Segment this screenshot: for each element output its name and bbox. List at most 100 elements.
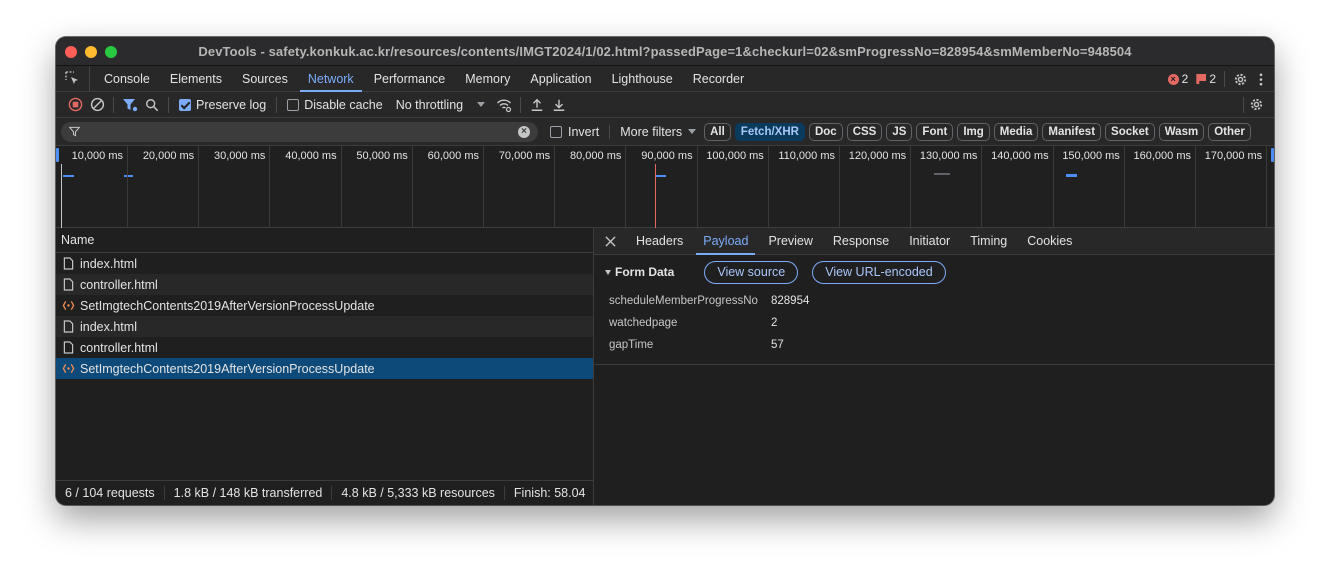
filter-input[interactable] (88, 124, 518, 139)
name-column-header[interactable]: Name (56, 228, 593, 253)
filter-chip-fetch-xhr[interactable]: Fetch/XHR (734, 122, 805, 141)
filter-chip-font[interactable]: Font (916, 122, 954, 141)
record-button[interactable] (64, 94, 86, 116)
filter-chip-js[interactable]: JS (886, 122, 913, 141)
close-window-button[interactable] (65, 46, 77, 58)
timeline-tick-label: 20,000 ms (142, 150, 195, 162)
clear-icon (90, 97, 104, 112)
request-name: controller.html (80, 340, 158, 355)
request-row[interactable]: controller.html (56, 337, 593, 358)
error-count: 2 (1181, 72, 1189, 86)
request-row[interactable]: index.html (56, 253, 593, 274)
tab-elements[interactable]: Elements (160, 66, 232, 92)
more-options-icon[interactable] (1256, 72, 1266, 87)
invert-checkbox[interactable]: Invert (550, 125, 599, 139)
preserve-log-box[interactable] (179, 98, 191, 111)
panel-tabs: Console Elements Sources Network Performance… (94, 66, 754, 92)
filter-chip-manifest[interactable]: Manifest (1042, 122, 1102, 141)
maximize-window-button[interactable] (105, 46, 117, 58)
timeline-tick-label: 130,000 ms (919, 150, 978, 162)
view-source-button[interactable]: View source (704, 260, 799, 284)
timeline-right-handle[interactable] (1271, 148, 1274, 162)
filter-field[interactable]: × (61, 121, 538, 142)
timeline-dom-loaded-marker (61, 164, 62, 228)
invert-label: Invert (568, 124, 600, 139)
detail-tab-preview[interactable]: Preview (758, 228, 822, 255)
request-list: index.html controller.html SetImgtechConte… (56, 253, 593, 379)
timeline-tick-label: 30,000 ms (214, 150, 266, 162)
view-url-encoded-button[interactable]: View URL-encoded (812, 260, 946, 284)
timeline-tick-label: 40,000 ms (285, 150, 337, 162)
timeline-tick-label: 150,000 ms (1062, 150, 1120, 162)
divider (520, 96, 522, 113)
detail-tab-response[interactable]: Response (823, 228, 899, 255)
network-overview-timeline[interactable]: 10,000 ms 20,000 ms 30,000 ms 40,000 ms 50,0… (56, 146, 1274, 228)
error-count-badge[interactable]: × 2 (1167, 72, 1189, 86)
search-button[interactable] (141, 94, 163, 116)
request-name: SetImgtechContents2019AfterVersionProces… (80, 298, 375, 313)
resource-type-filters: All Fetch/XHR Doc CSS JS Font Img Media Manifest… (704, 122, 1251, 141)
disable-cache-box[interactable] (287, 98, 300, 111)
throttling-select[interactable]: No throttling (395, 97, 486, 112)
timeline-tick-label: 100,000 ms (706, 150, 764, 162)
throttling-value: No throttling (395, 97, 464, 112)
chevron-down-icon (477, 102, 486, 107)
detail-tab-headers[interactable]: Headers (626, 228, 693, 255)
tab-sources[interactable]: Sources (232, 66, 298, 92)
filter-chip-all[interactable]: All (704, 122, 731, 141)
export-har-button[interactable] (548, 94, 570, 116)
request-name: index.html (80, 319, 137, 334)
window-title: DevTools - safety.konkuk.ac.kr/resources… (198, 43, 1132, 59)
tab-network[interactable]: Network (298, 66, 364, 92)
timeline-tick-label: 90,000 ms (641, 150, 693, 162)
tab-console[interactable]: Console (94, 66, 160, 92)
filter-chip-other[interactable]: Other (1208, 122, 1251, 141)
form-data-toggle[interactable]: Form Data (605, 265, 674, 279)
close-detail-button[interactable] (594, 228, 626, 255)
document-icon (62, 320, 75, 333)
tab-performance[interactable]: Performance (364, 66, 456, 92)
clear-button[interactable] (86, 94, 108, 116)
filter-chip-img[interactable]: Img (957, 122, 990, 141)
filter-chip-media[interactable]: Media (993, 122, 1039, 141)
network-conditions-button[interactable] (493, 94, 515, 116)
disable-cache-checkbox[interactable]: Disable cache (287, 98, 383, 112)
clear-filter-icon[interactable]: × (518, 125, 530, 138)
detail-tab-cookies[interactable]: Cookies (1017, 228, 1082, 255)
invert-box[interactable] (550, 125, 562, 138)
divider (113, 96, 114, 113)
timeline-tick-label: 120,000 ms (848, 150, 907, 162)
detail-tab-timing[interactable]: Timing (960, 228, 1017, 255)
network-settings-gear-icon[interactable] (1249, 97, 1264, 112)
tab-memory[interactable]: Memory (455, 66, 520, 92)
request-row[interactable]: SetImgtechContents2019AfterVersionProces… (56, 358, 593, 379)
more-filters-dropdown[interactable]: More filters (609, 124, 697, 139)
inspect-element-button[interactable] (56, 65, 90, 92)
issues-count-badge[interactable]: 2 (1196, 72, 1216, 86)
tab-recorder[interactable]: Recorder (683, 66, 754, 92)
request-name: index.html (80, 256, 137, 271)
network-toolbar: Preserve log Disable cache No throttling (56, 92, 1274, 118)
settings-gear-icon[interactable] (1233, 72, 1248, 87)
filter-chip-css[interactable]: CSS (846, 122, 883, 141)
filter-toggle-button[interactable] (119, 94, 141, 116)
import-har-button[interactable] (526, 94, 548, 116)
tab-lighthouse[interactable]: Lighthouse (602, 66, 683, 92)
timeline-request-bar (63, 175, 74, 177)
request-row[interactable]: controller.html (56, 274, 593, 295)
minimize-window-button[interactable] (85, 46, 97, 58)
more-filters-label: More filters (620, 124, 683, 139)
timeline-tick-label: 140,000 ms (991, 150, 1049, 162)
request-row[interactable]: index.html (56, 316, 593, 337)
filter-chip-wasm[interactable]: Wasm (1158, 122, 1205, 141)
timeline-tick-label: 80,000 ms (570, 150, 622, 162)
search-icon (146, 98, 159, 111)
filter-chip-doc[interactable]: Doc (808, 122, 843, 141)
request-row[interactable]: SetImgtechContents2019AfterVersionProces… (56, 295, 593, 316)
preserve-log-checkbox[interactable]: Preserve log (179, 98, 266, 112)
filter-chip-socket[interactable]: Socket (1105, 122, 1155, 141)
detail-tab-initiator[interactable]: Initiator (899, 228, 960, 255)
tab-application[interactable]: Application (520, 66, 601, 92)
detail-tab-payload[interactable]: Payload (693, 228, 758, 255)
filter-icon (69, 126, 80, 137)
